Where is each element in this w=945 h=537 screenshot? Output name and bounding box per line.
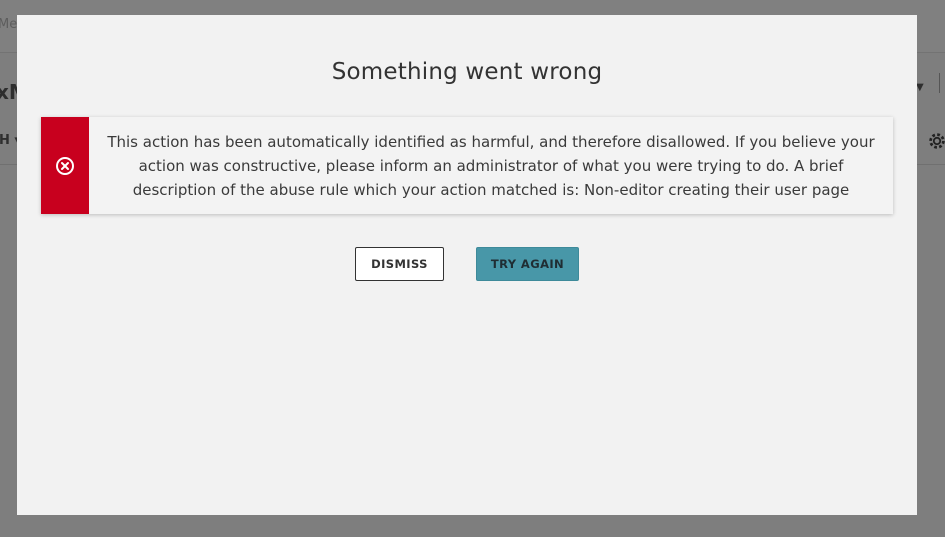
gear-icon xyxy=(929,133,945,149)
chevron-down-icon: ▼ xyxy=(916,82,924,93)
error-circle-x-icon xyxy=(56,156,74,175)
try-again-button[interactable]: TRY AGAIN xyxy=(476,247,579,281)
error-message-text: This action has been automatically ident… xyxy=(107,133,875,199)
background-nav-label: H xyxy=(0,133,10,148)
error-modal: Something went wrong This action has bee… xyxy=(17,15,917,515)
error-stripe xyxy=(41,117,89,214)
background-divider xyxy=(939,73,940,93)
error-message-box: This action has been automatically ident… xyxy=(41,117,893,214)
dismiss-button[interactable]: DISMISS xyxy=(355,247,444,281)
modal-title: Something went wrong xyxy=(331,59,603,85)
